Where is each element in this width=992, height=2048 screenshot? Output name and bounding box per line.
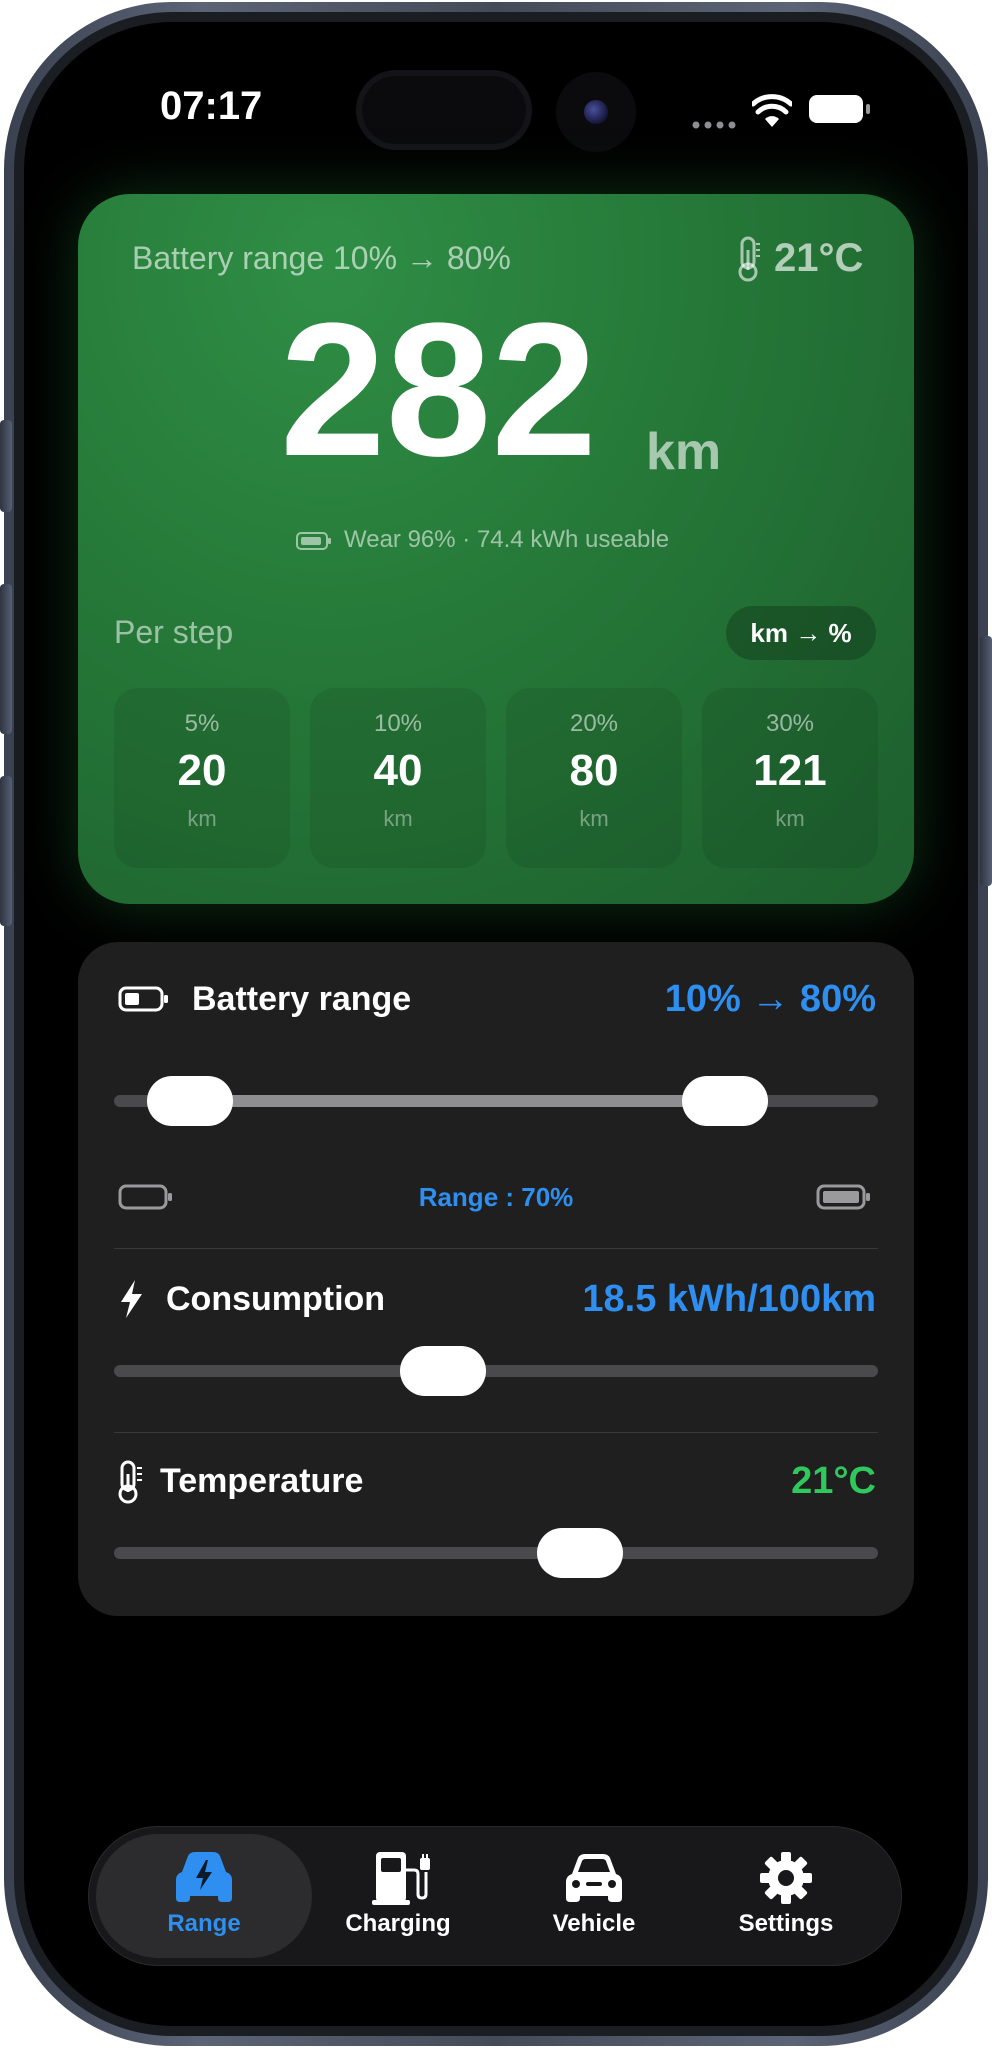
step-percent: 5% [184, 710, 220, 737]
consumption-slider-thumb[interactable] [399, 1346, 486, 1396]
tab-settings-label: Settings [738, 1910, 834, 1937]
battery-range-label: Battery range [192, 980, 412, 1018]
cellular-dots-icon [692, 116, 738, 129]
unit-toggle-button[interactable]: km → % [726, 606, 876, 660]
tab-vehicle[interactable]: Vehicle [494, 1850, 694, 1950]
battery-range-slider-fill [190, 1095, 726, 1107]
wifi-icon [750, 94, 794, 128]
fuel-pump-icon [370, 1850, 430, 1906]
tab-charging[interactable]: Charging [298, 1850, 498, 1950]
battery-range-value: 10% → 80% [664, 978, 876, 1020]
camera-lens-icon [584, 100, 608, 124]
step-card-10: 10% 40 km [310, 688, 486, 868]
consumption-label: Consumption [166, 1280, 386, 1318]
step-card-5: 5% 20 km [114, 688, 290, 868]
step-card-30: 30% 121 km [702, 688, 878, 868]
consumption-slider-track[interactable] [114, 1365, 878, 1377]
status-time: 07:17 [160, 84, 263, 128]
hero-title: Battery range 10% → 80% [132, 240, 511, 276]
tab-range-label: Range [167, 1910, 241, 1937]
temperature-slider-thumb[interactable] [537, 1528, 624, 1578]
temperature-label: Temperature [160, 1462, 364, 1500]
thermometer-icon [116, 1460, 144, 1504]
tab-range[interactable]: Range [104, 1850, 304, 1950]
step-unit: km [383, 806, 413, 831]
battery-status-icon [808, 94, 872, 124]
panel-divider [114, 1432, 878, 1433]
bolt-icon [116, 1278, 146, 1320]
range-value: 282 [280, 284, 598, 496]
car-bolt-icon [172, 1850, 236, 1906]
thermometer-icon [736, 236, 762, 282]
car-icon [562, 1850, 626, 1906]
step-percent: 20% [569, 710, 619, 737]
temperature-value: 21°C [791, 1460, 876, 1502]
volume-down-button [0, 776, 12, 926]
battery-range-icon [118, 986, 170, 1012]
range-unit: km [646, 423, 722, 481]
step-value: 121 [753, 746, 827, 795]
battery-empty-icon [118, 1184, 174, 1210]
step-percent: 30% [765, 710, 815, 737]
step-value: 40 [373, 746, 423, 795]
power-button [980, 636, 992, 886]
step-value: 20 [177, 746, 227, 795]
step-percent: 10% [373, 710, 423, 737]
step-card-20: 20% 80 km [506, 688, 682, 868]
volume-up-button [0, 584, 12, 734]
battery-range-low-thumb[interactable] [147, 1076, 234, 1126]
step-unit: km [579, 806, 609, 831]
temperature-slider-track[interactable] [114, 1547, 878, 1559]
tab-vehicle-label: Vehicle [552, 1910, 636, 1937]
dynamic-island [356, 70, 532, 150]
wear-text: Wear 96% · 74.4 kWh useable [344, 526, 670, 553]
tab-charging-label: Charging [345, 1910, 451, 1937]
consumption-value: 18.5 kWh/100km [582, 1278, 876, 1320]
action-button [0, 420, 12, 512]
step-value: 80 [569, 746, 619, 795]
panel-divider [114, 1248, 878, 1249]
step-unit: km [187, 806, 217, 831]
battery-range-high-thumb[interactable] [682, 1076, 769, 1126]
per-step-label: Per step [114, 614, 234, 650]
gear-icon [756, 1850, 816, 1906]
battery-full-icon [816, 1184, 874, 1210]
battery-wear-icon [296, 532, 332, 550]
step-unit: km [775, 806, 805, 831]
tab-settings[interactable]: Settings [686, 1850, 886, 1950]
range-percent-text: Range : 70% [418, 1182, 574, 1212]
unit-toggle-label: km → % [750, 618, 852, 648]
hero-temperature: 21°C [774, 236, 864, 280]
